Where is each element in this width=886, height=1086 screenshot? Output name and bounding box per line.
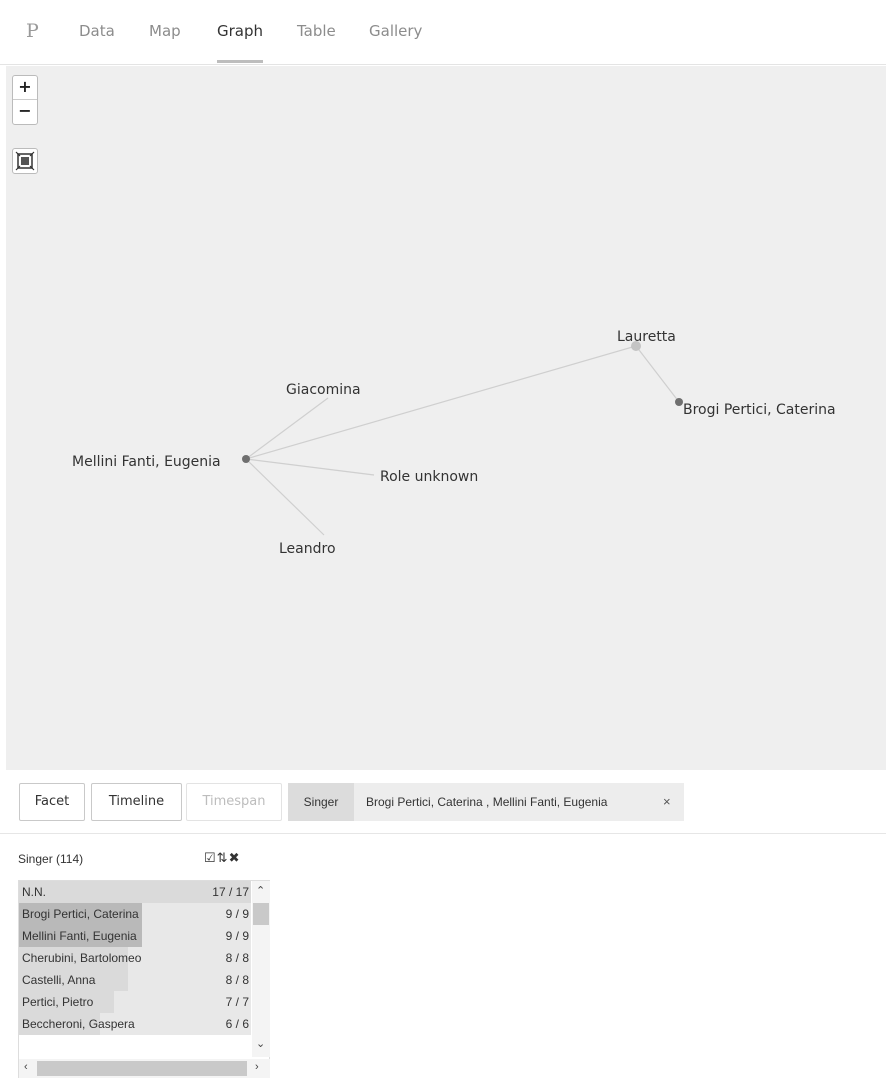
app-logo[interactable]: P <box>26 20 39 42</box>
graph-canvas[interactable]: Mellini Fanti, Eugenia Giacomina Role unkn… <box>6 66 886 770</box>
timespan-button[interactable]: Timespan <box>186 783 282 821</box>
facet-actions: ☑⇅✖ <box>204 850 240 866</box>
graph-node-label[interactable]: Brogi Pertici, Caterina <box>683 402 836 418</box>
scroll-up-icon[interactable]: ⌃ <box>256 884 265 897</box>
scrollbar-thumb[interactable] <box>37 1061 247 1076</box>
fit-to-screen-icon <box>15 151 35 171</box>
tab-map[interactable]: Map <box>149 22 181 40</box>
zoom-out-button[interactable]: − <box>13 100 37 124</box>
tab-data[interactable]: Data <box>79 22 115 40</box>
graph-node-label[interactable]: Lauretta <box>617 329 676 345</box>
sort-icon[interactable]: ⇅ <box>217 850 229 865</box>
facet-row-name: N.N. <box>22 885 46 899</box>
active-tab-indicator <box>217 60 263 63</box>
facet-row[interactable]: Brogi Pertici, Caterina 9 / 9 <box>19 903 251 925</box>
graph-edge <box>245 397 329 460</box>
facet-title: Singer (114) <box>18 852 84 866</box>
filter-value: Brogi Pertici, Caterina , Mellini Fanti,… <box>366 795 608 809</box>
tab-gallery[interactable]: Gallery <box>369 22 422 40</box>
scroll-left-icon[interactable]: ‹ <box>24 1061 28 1073</box>
facet-row-count: 9 / 9 <box>225 929 249 943</box>
facet-row-count: 6 / 6 <box>225 1017 249 1031</box>
bottom-toolbar: Facet Timeline Timespan Singer Brogi Per… <box>0 770 886 834</box>
facet-list[interactable]: N.N. 17 / 17 Brogi Pertici, Caterina 9 / 9M… <box>18 880 270 1078</box>
facet-row[interactable]: N.N. 17 / 17 <box>19 881 251 903</box>
facet-row[interactable]: Pertici, Pietro 7 / 7 <box>19 991 251 1013</box>
graph-edge <box>245 458 375 476</box>
graph-node[interactable] <box>675 398 683 406</box>
facet-row-count: 9 / 9 <box>225 907 249 921</box>
zoom-control: + − <box>12 75 38 125</box>
scroll-down-icon[interactable]: ⌄ <box>256 1037 265 1050</box>
facet-row[interactable]: Mellini Fanti, Eugenia 9 / 9 <box>19 925 251 947</box>
facet-button[interactable]: Facet <box>19 783 85 821</box>
facet-row-name: Pertici, Pietro <box>22 995 94 1009</box>
timeline-button[interactable]: Timeline <box>91 783 182 821</box>
zoom-in-button[interactable]: + <box>13 76 37 100</box>
remove-filter-icon[interactable]: × <box>663 783 671 821</box>
graph-node-label[interactable]: Mellini Fanti, Eugenia <box>72 454 221 470</box>
facet-row-name: Mellini Fanti, Eugenia <box>22 929 137 943</box>
graph-edge <box>635 345 680 403</box>
facet-row-count: 7 / 7 <box>225 995 249 1009</box>
graph-node[interactable] <box>242 455 250 463</box>
tab-table[interactable]: Table <box>297 22 336 40</box>
facet-row[interactable]: Castelli, Anna 8 / 8 <box>19 969 251 991</box>
facet-row-name: Cherubini, Bartolomeo <box>22 951 142 965</box>
graph-edge <box>245 458 325 536</box>
singer-facet-panel: Singer (114) ☑⇅✖ N.N. 17 / 17 Brogi Pertic… <box>18 850 270 1082</box>
scroll-right-icon[interactable]: › <box>255 1061 259 1073</box>
active-filter-chip: Singer Brogi Pertici, Caterina , Mellini… <box>288 783 684 821</box>
clear-icon[interactable]: ✖ <box>229 850 241 865</box>
fit-to-screen-button[interactable] <box>12 148 38 174</box>
graph-edge <box>245 345 637 460</box>
facet-row-count: 8 / 8 <box>225 973 249 987</box>
network-graph[interactable]: Mellini Fanti, Eugenia Giacomina Role unkn… <box>6 66 886 770</box>
facet-row-name: Beccheroni, Gaspera <box>22 1017 135 1031</box>
facet-row[interactable]: Cherubini, Bartolomeo 8 / 8 <box>19 947 251 969</box>
facet-row-count: 8 / 8 <box>225 951 249 965</box>
facet-row-name: Castelli, Anna <box>22 973 96 987</box>
facet-row[interactable]: Beccheroni, Gaspera 6 / 6 <box>19 1013 251 1035</box>
facet-row-name: Brogi Pertici, Caterina <box>22 907 139 921</box>
tab-graph[interactable]: Graph <box>217 22 263 40</box>
graph-node-label[interactable]: Role unknown <box>380 469 478 485</box>
filter-key: Singer <box>288 783 354 821</box>
top-nav: P Data Map Graph Table Gallery <box>0 0 886 65</box>
horizontal-scrollbar[interactable]: ‹ › <box>19 1059 270 1078</box>
scrollbar-thumb[interactable] <box>253 903 269 925</box>
facet-row-count: 17 / 17 <box>212 885 249 899</box>
graph-node-label[interactable]: Giacomina <box>286 382 361 398</box>
vertical-scrollbar[interactable]: ⌃ ⌄ <box>252 881 270 1057</box>
select-all-icon[interactable]: ☑ <box>204 850 217 865</box>
graph-node-label[interactable]: Leandro <box>279 541 336 557</box>
